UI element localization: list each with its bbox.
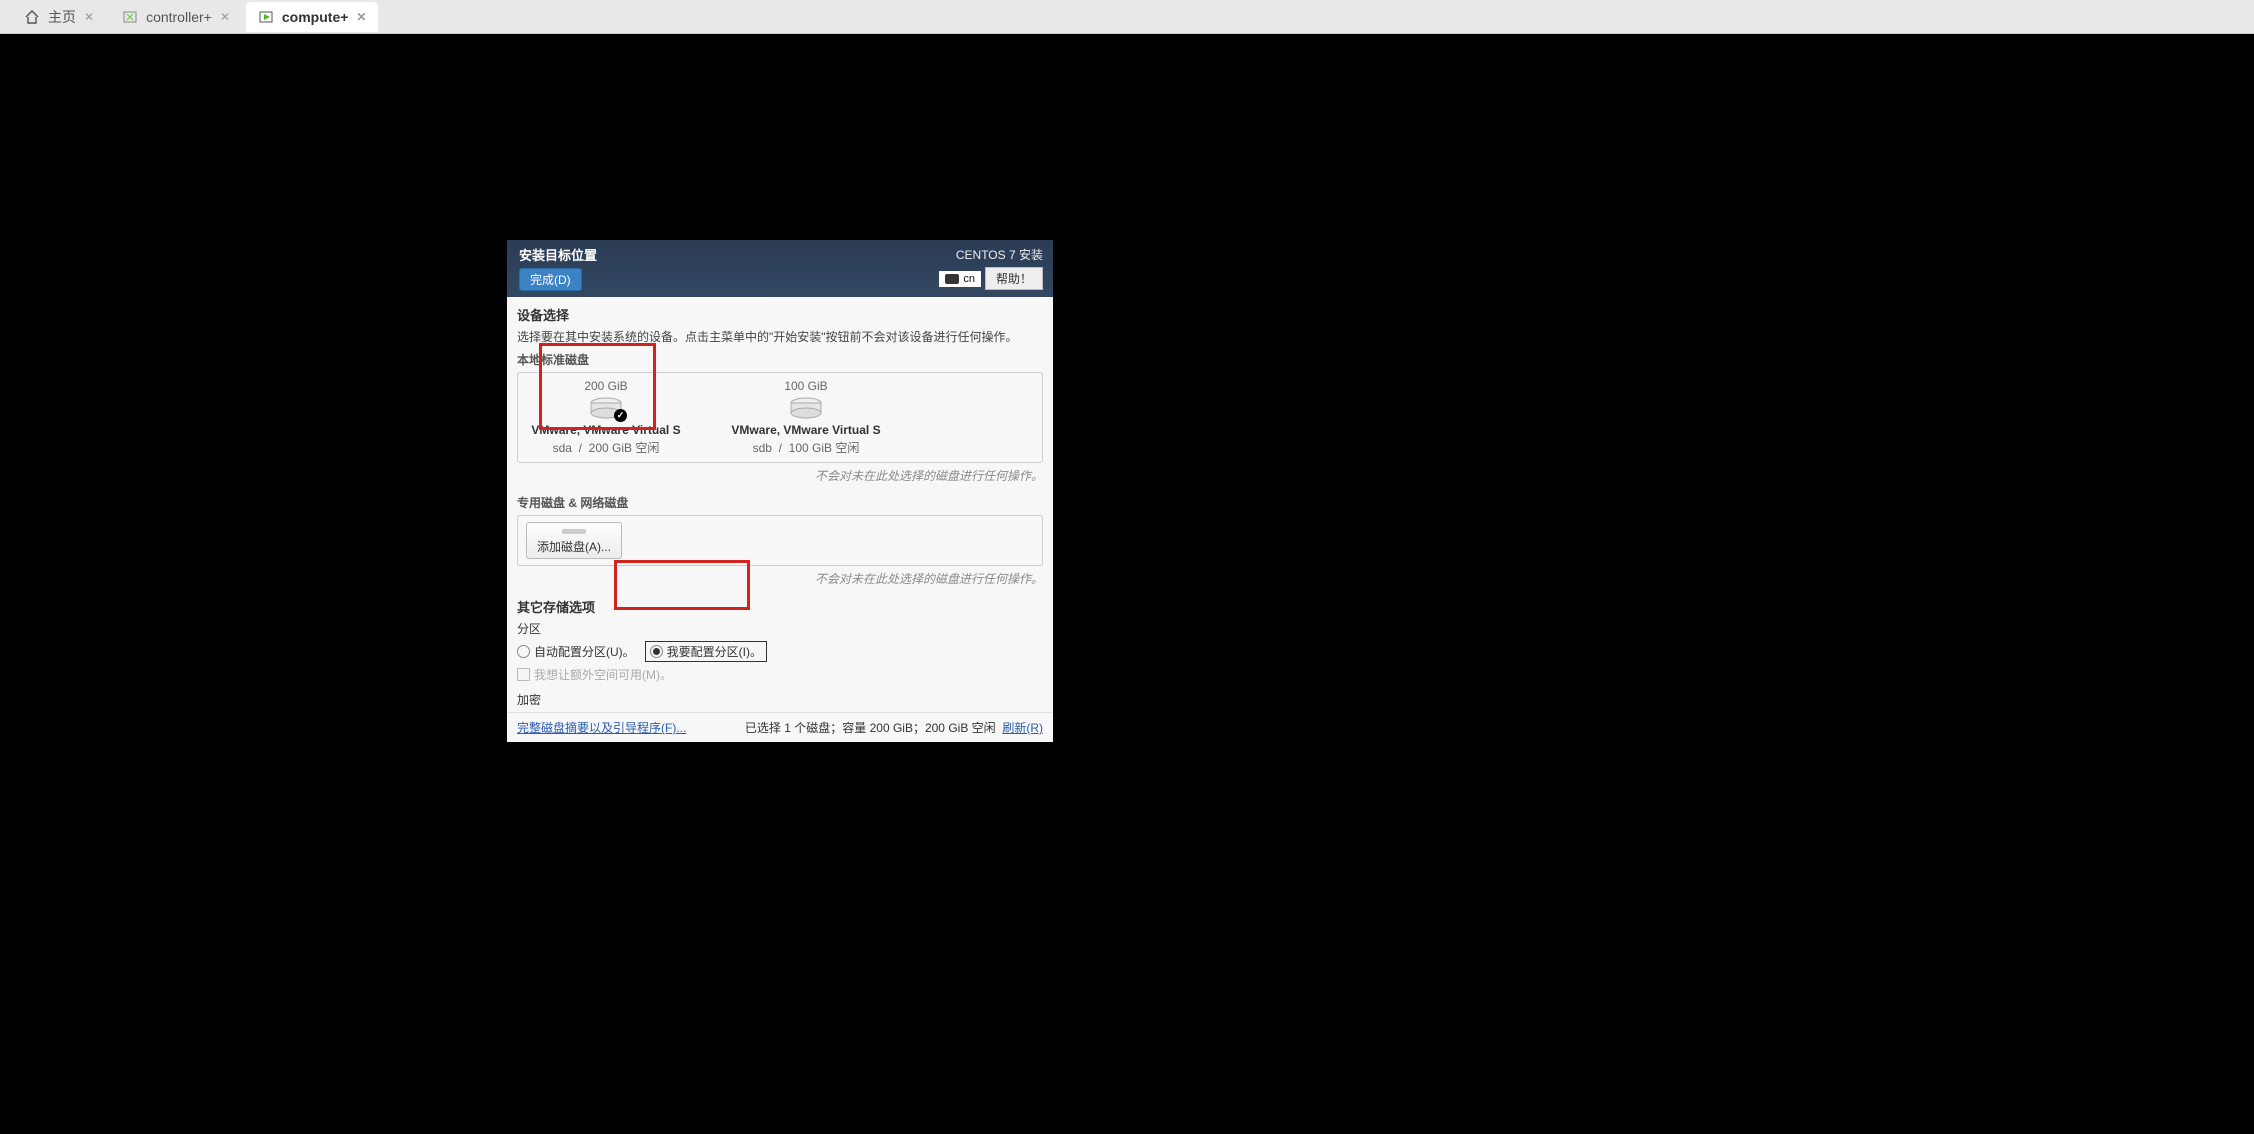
vm-icon xyxy=(122,9,138,25)
note-no-action: 不会对未在此处选择的磁盘进行任何操作。 xyxy=(517,467,1043,484)
disk-name: VMware, VMware Virtual S xyxy=(726,423,886,437)
refresh-link[interactable]: 刷新(R) xyxy=(1002,721,1043,735)
radio-label: 自动配置分区(U)。 xyxy=(534,643,635,660)
add-disk-label: 添加磁盘(A)... xyxy=(537,538,611,555)
other-storage-head: 其它存储选项 xyxy=(517,597,1043,616)
footer-status-text: 已选择 1 个磁盘；容量 200 GiB；200 GiB 空闲 刷新(R) xyxy=(745,719,1043,736)
disk-size: 200 GiB xyxy=(526,379,686,393)
close-icon[interactable]: ✕ xyxy=(220,10,230,24)
installer-brand: CENTOS 7 安装 xyxy=(939,246,1043,263)
tab-compute[interactable]: compute+ ✕ xyxy=(246,2,379,32)
tab-controller[interactable]: controller+ ✕ xyxy=(110,2,242,32)
disk-item-sdb[interactable]: 100 GiB VMware, VMware Virtual S sdb / 1… xyxy=(726,379,886,456)
radio-auto-partition[interactable]: 自动配置分区(U)。 xyxy=(517,643,635,660)
installer-body: 设备选择 选择要在其中安装系统的设备。点击主菜单中的"开始安装"按钮前不会对该设… xyxy=(507,297,1053,708)
radio-label: 我要配置分区(I)。 xyxy=(667,643,762,660)
done-button[interactable]: 完成(D) xyxy=(519,268,582,291)
disk-name: VMware, VMware Virtual S xyxy=(526,423,686,437)
installer-header: 安装目标位置 完成(D) CENTOS 7 安装 cn 帮助！ xyxy=(507,240,1053,297)
installer-window: 安装目标位置 完成(D) CENTOS 7 安装 cn 帮助！ 设备选择 选择要… xyxy=(507,240,1053,742)
checkbox-label: 我想让额外空间可用(M)。 xyxy=(534,666,672,683)
tab-home[interactable]: 主页 ✕ xyxy=(12,2,106,32)
special-disks-head: 专用磁盘 & 网络磁盘 xyxy=(517,494,1043,511)
keyboard-layout-indicator[interactable]: cn xyxy=(939,271,981,287)
full-disk-summary-link[interactable]: 完整磁盘摘要以及引导程序(F)... xyxy=(517,719,686,736)
footer-bar: 完整磁盘摘要以及引导程序(F)... 已选择 1 个磁盘；容量 200 GiB；… xyxy=(507,712,1053,742)
disk-sub: sdb / 100 GiB 空闲 xyxy=(726,439,886,456)
tab-label: compute+ xyxy=(282,9,349,25)
radio-manual-partition[interactable]: 我要配置分区(I)。 xyxy=(645,641,767,662)
disk-size: 100 GiB xyxy=(726,379,886,393)
local-disks-container: 200 GiB ✓ VMware, VMware Virtual S sda /… xyxy=(517,372,1043,463)
local-disks-head: 本地标准磁盘 xyxy=(517,351,1043,368)
vm-workspace: 安装目标位置 完成(D) CENTOS 7 安装 cn 帮助！ 设备选择 选择要… xyxy=(0,34,2254,1134)
add-disk-button[interactable]: 添加磁盘(A)... xyxy=(526,522,622,559)
selected-check-icon: ✓ xyxy=(614,409,627,422)
partition-head: 分区 xyxy=(517,620,1043,637)
note-no-action-2: 不会对未在此处选择的磁盘进行任何操作。 xyxy=(517,570,1043,587)
keyboard-icon xyxy=(945,274,959,284)
close-icon[interactable]: ✕ xyxy=(84,10,94,24)
partition-radio-group: 自动配置分区(U)。 我要配置分区(I)。 xyxy=(517,641,1043,662)
keyboard-layout-code: cn xyxy=(963,273,975,285)
hard-drive-icon: ✓ xyxy=(589,397,623,419)
disk-item-sda[interactable]: 200 GiB ✓ VMware, VMware Virtual S sda /… xyxy=(526,379,686,456)
tab-label: 主页 xyxy=(48,7,76,27)
tab-bar: 主页 ✕ controller+ ✕ compute+ ✕ xyxy=(0,0,2254,34)
encryption-head: 加密 xyxy=(517,691,1043,708)
header-right: CENTOS 7 安装 cn 帮助！ xyxy=(939,246,1043,290)
help-button[interactable]: 帮助！ xyxy=(985,267,1043,290)
tab-label: controller+ xyxy=(146,9,212,25)
vm-icon xyxy=(258,9,274,25)
device-selection-head: 设备选择 xyxy=(517,305,1043,324)
home-icon xyxy=(24,9,40,25)
disk-sub: sda / 200 GiB 空闲 xyxy=(526,439,686,456)
close-icon[interactable]: ✕ xyxy=(356,10,366,24)
hard-drive-icon xyxy=(789,397,823,419)
checkbox-extra-space: 我想让额外空间可用(M)。 xyxy=(517,666,1043,683)
device-selection-desc: 选择要在其中安装系统的设备。点击主菜单中的"开始安装"按钮前不会对该设备进行任何… xyxy=(517,328,1043,345)
checkbox-icon xyxy=(517,668,530,681)
